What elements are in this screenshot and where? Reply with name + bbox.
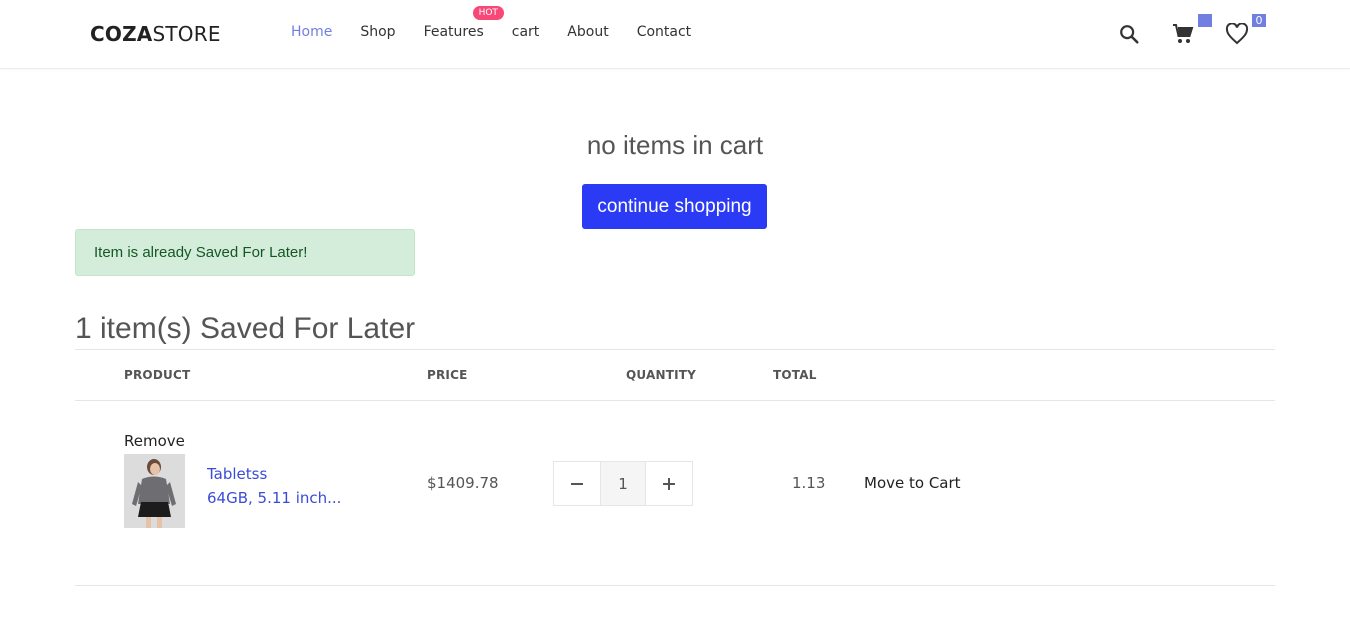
nav-home[interactable]: Home — [291, 24, 332, 40]
cart-icon[interactable] — [1170, 14, 1212, 50]
quantity-value[interactable]: 1 — [600, 462, 646, 505]
move-to-cart-link[interactable]: Move to Cart — [864, 474, 961, 492]
product-thumbnail[interactable] — [124, 454, 185, 528]
column-price: PRICE — [427, 368, 468, 382]
table-header: PRODUCT PRICE QUANTITY TOTAL — [75, 349, 1275, 401]
saved-items-table: PRODUCT PRICE QUANTITY TOTAL Remove Tabl… — [75, 349, 1275, 586]
logo-strong: COZA — [90, 22, 153, 46]
logo[interactable]: COZASTORE — [90, 22, 221, 46]
product-price: $1409.78 — [427, 474, 499, 492]
logo-light: STORE — [152, 22, 221, 46]
continue-shopping-button[interactable]: continue shopping — [582, 184, 767, 229]
product-total: 1.13 — [792, 474, 826, 492]
product-name-line1: Tabletss — [207, 465, 268, 483]
nav-contact[interactable]: Contact — [637, 24, 691, 40]
column-product: PRODUCT — [124, 368, 191, 382]
nav-cart[interactable]: cart — [512, 24, 540, 40]
minus-icon — [571, 482, 583, 485]
nav-features[interactable]: Features HOT — [423, 6, 504, 40]
header-icons: 0 — [1116, 14, 1278, 50]
site-header: COZASTORE Home Shop Features HOT cart Abo… — [0, 0, 1350, 69]
cart-count-badge — [1198, 14, 1212, 27]
product-name-link[interactable]: Tabletss 64GB, 5.11 inch... — [207, 462, 347, 510]
main-nav: Home Shop Features HOT cart About Contact — [291, 6, 719, 40]
nav-shop[interactable]: Shop — [360, 24, 395, 40]
plus-icon — [663, 477, 675, 490]
increment-button[interactable] — [646, 462, 692, 505]
heart-icon[interactable]: 0 — [1224, 14, 1266, 50]
column-total: TOTAL — [773, 368, 817, 382]
nav-about[interactable]: About — [567, 24, 608, 40]
nav-features-label: Features — [423, 24, 484, 40]
table-row: Remove Tabletss 64GB, 5.11 inch... $1409… — [75, 401, 1275, 586]
saved-for-later-title: 1 item(s) Saved For Later — [75, 312, 416, 345]
product-name-line2: 64GB, 5.11 inch... — [207, 489, 342, 507]
hot-badge: HOT — [472, 6, 504, 20]
saved-alert: Item is already Saved For Later! — [75, 229, 415, 276]
search-icon[interactable] — [1116, 18, 1142, 50]
column-quantity: QUANTITY — [626, 368, 697, 382]
remove-link[interactable]: Remove — [124, 432, 185, 450]
empty-cart-message: no items in cart — [586, 130, 764, 160]
wishlist-count-badge: 0 — [1252, 14, 1266, 27]
quantity-stepper: 1 — [553, 461, 693, 506]
decrement-button[interactable] — [554, 462, 600, 505]
